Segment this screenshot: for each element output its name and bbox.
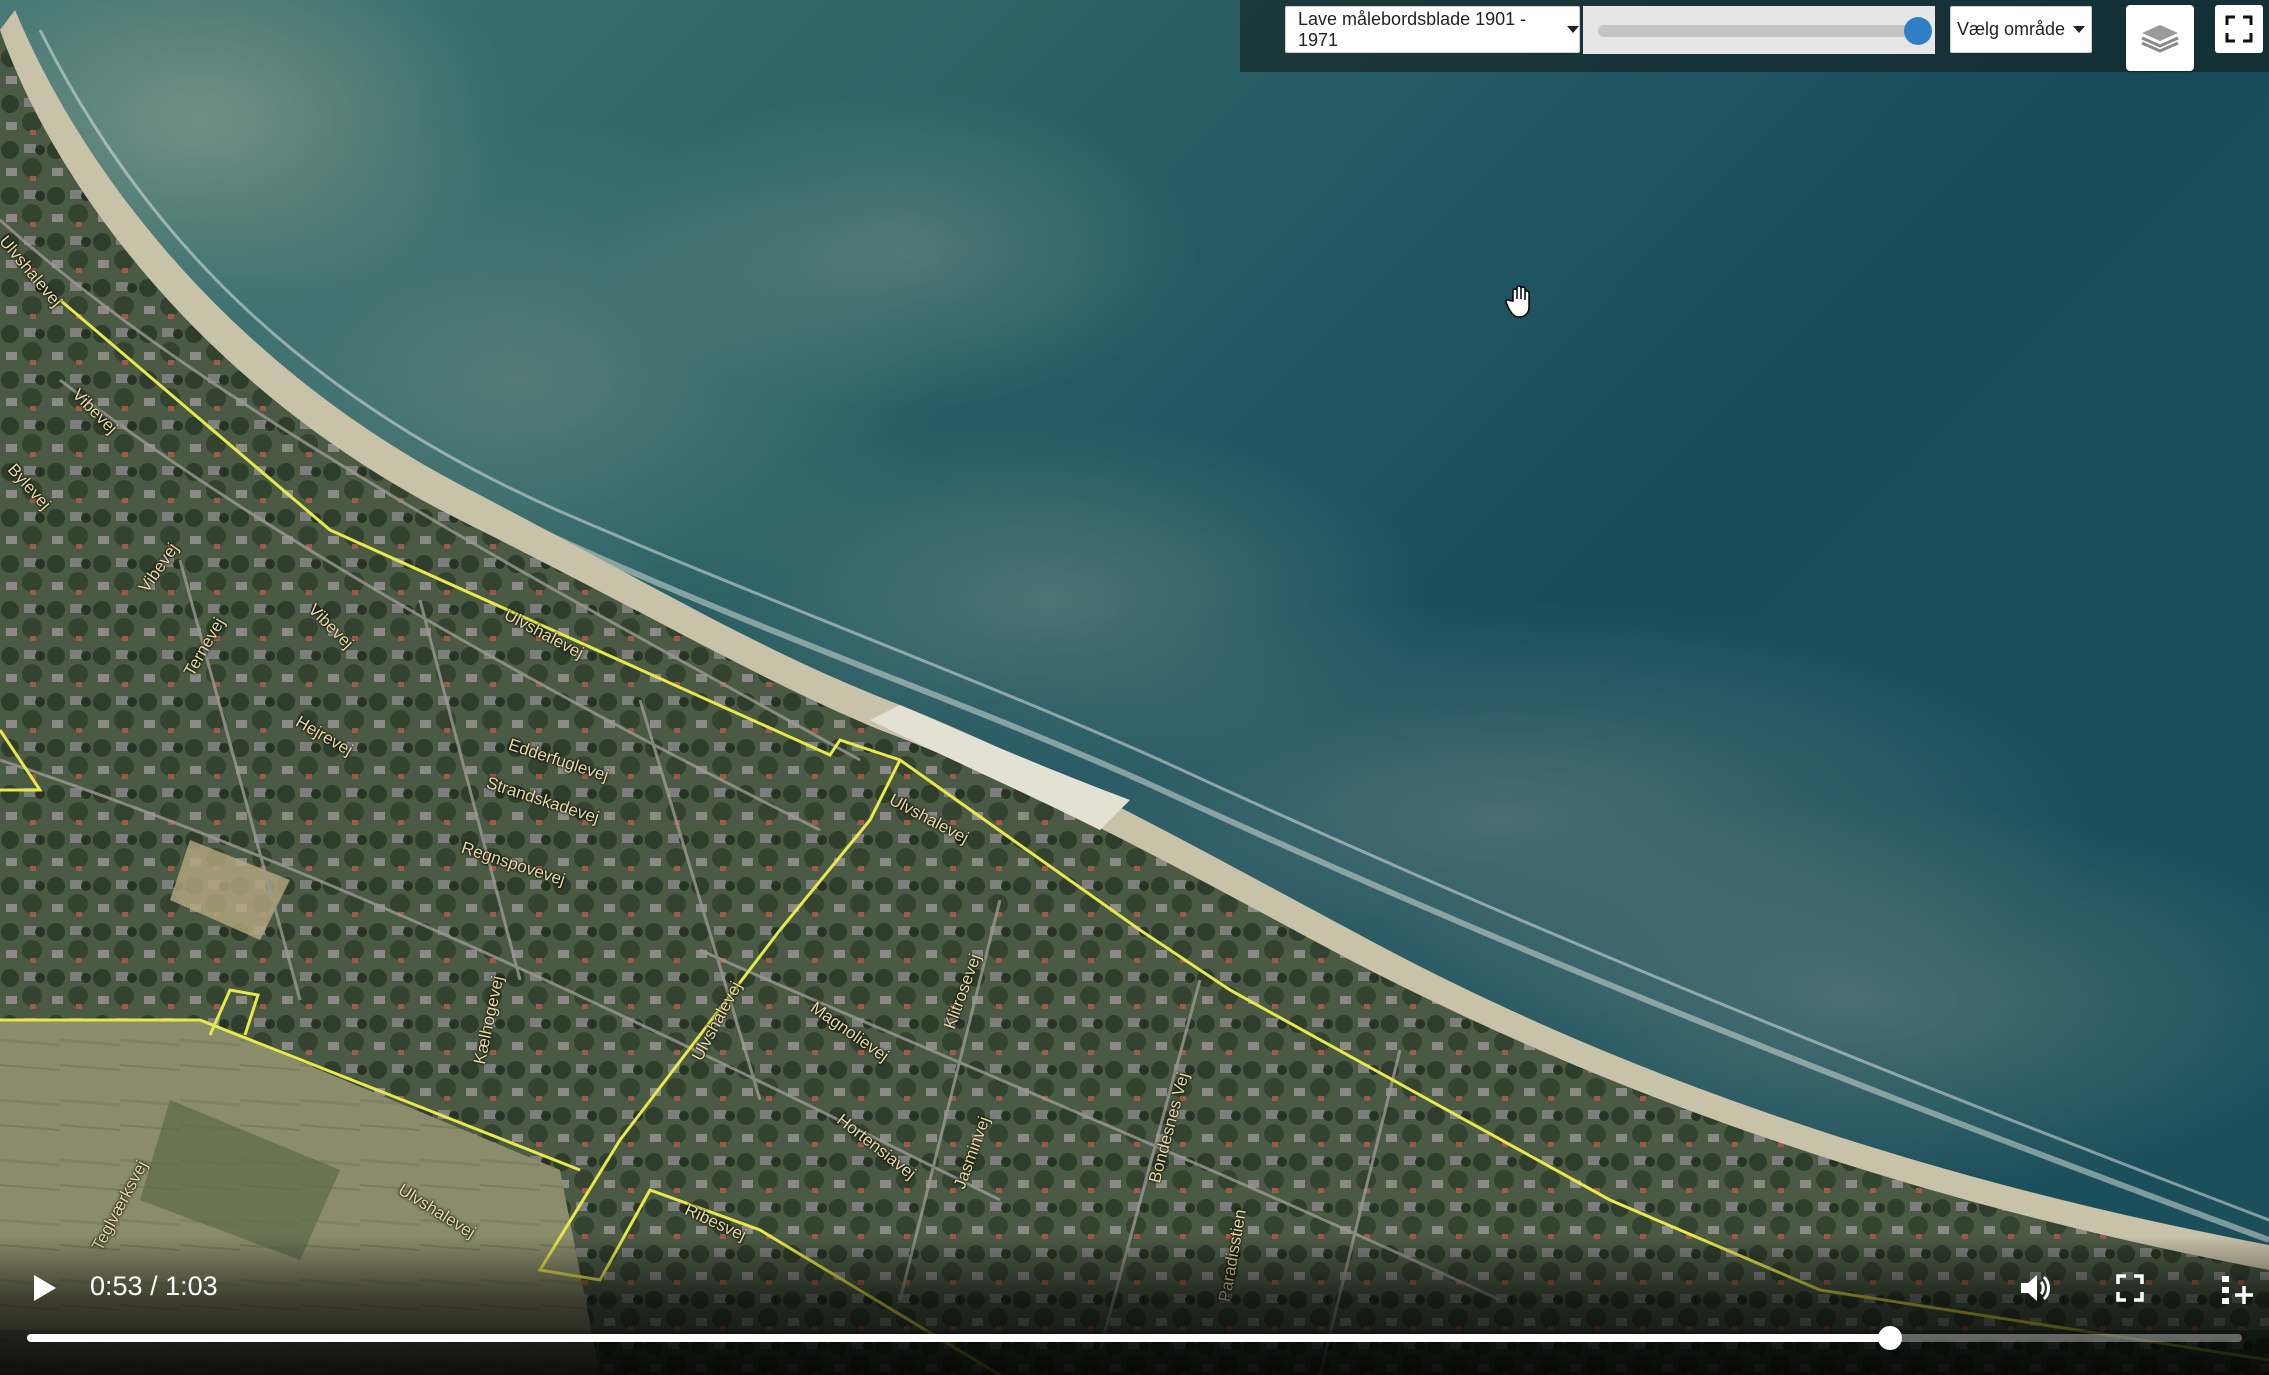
opacity-slider-track: [1598, 25, 1918, 37]
video-frame: Ulvshalevej Vibevej Bylevej Vibevej Tern…: [0, 0, 2269, 1375]
time-display: 0:53 / 1:03: [90, 1271, 218, 1302]
playlist-add-icon: [2222, 1276, 2253, 1304]
player-controls-gradient: [0, 1235, 2269, 1375]
volume-icon: [2021, 1275, 2050, 1301]
expand-icon: [2225, 15, 2253, 43]
area-dropdown[interactable]: Vælg område: [1950, 6, 2092, 53]
time-separator: /: [142, 1271, 166, 1301]
historic-layer-label: Lave målebordsblade 1901 - 1971: [1298, 8, 1527, 50]
chevron-down-icon: [1567, 26, 1579, 33]
volume-button[interactable]: [2015, 1268, 2055, 1308]
playlist-add-button[interactable]: [2218, 1270, 2258, 1310]
opacity-slider[interactable]: [1583, 6, 1935, 54]
opacity-slider-handle[interactable]: [1904, 17, 1932, 45]
area-dropdown-label: Vælg område: [1956, 19, 2066, 39]
layers-button[interactable]: [2126, 5, 2194, 71]
chevron-down-icon: [2073, 26, 2086, 33]
video-fullscreen-button[interactable]: [2110, 1268, 2150, 1308]
historic-layer-dropdown[interactable]: Lave målebordsblade 1901 - 1971: [1285, 6, 1580, 53]
current-time: 0:53: [90, 1271, 143, 1301]
hand-cursor-icon: [1505, 285, 1530, 318]
play-button[interactable]: [25, 1268, 65, 1308]
opacity-slider-fill: [1598, 25, 1918, 37]
duration: 1:03: [165, 1271, 218, 1301]
map-fullscreen-button[interactable]: [2215, 5, 2263, 53]
video-progress-handle[interactable]: [1877, 1326, 1902, 1350]
play-icon: [34, 1275, 56, 1301]
fullscreen-icon: [2116, 1274, 2144, 1302]
video-progress-played: [27, 1334, 1890, 1342]
aerial-map[interactable]: [0, 0, 2269, 1375]
video-progress-bar[interactable]: [27, 1326, 2242, 1350]
layers-icon: [2141, 25, 2179, 53]
